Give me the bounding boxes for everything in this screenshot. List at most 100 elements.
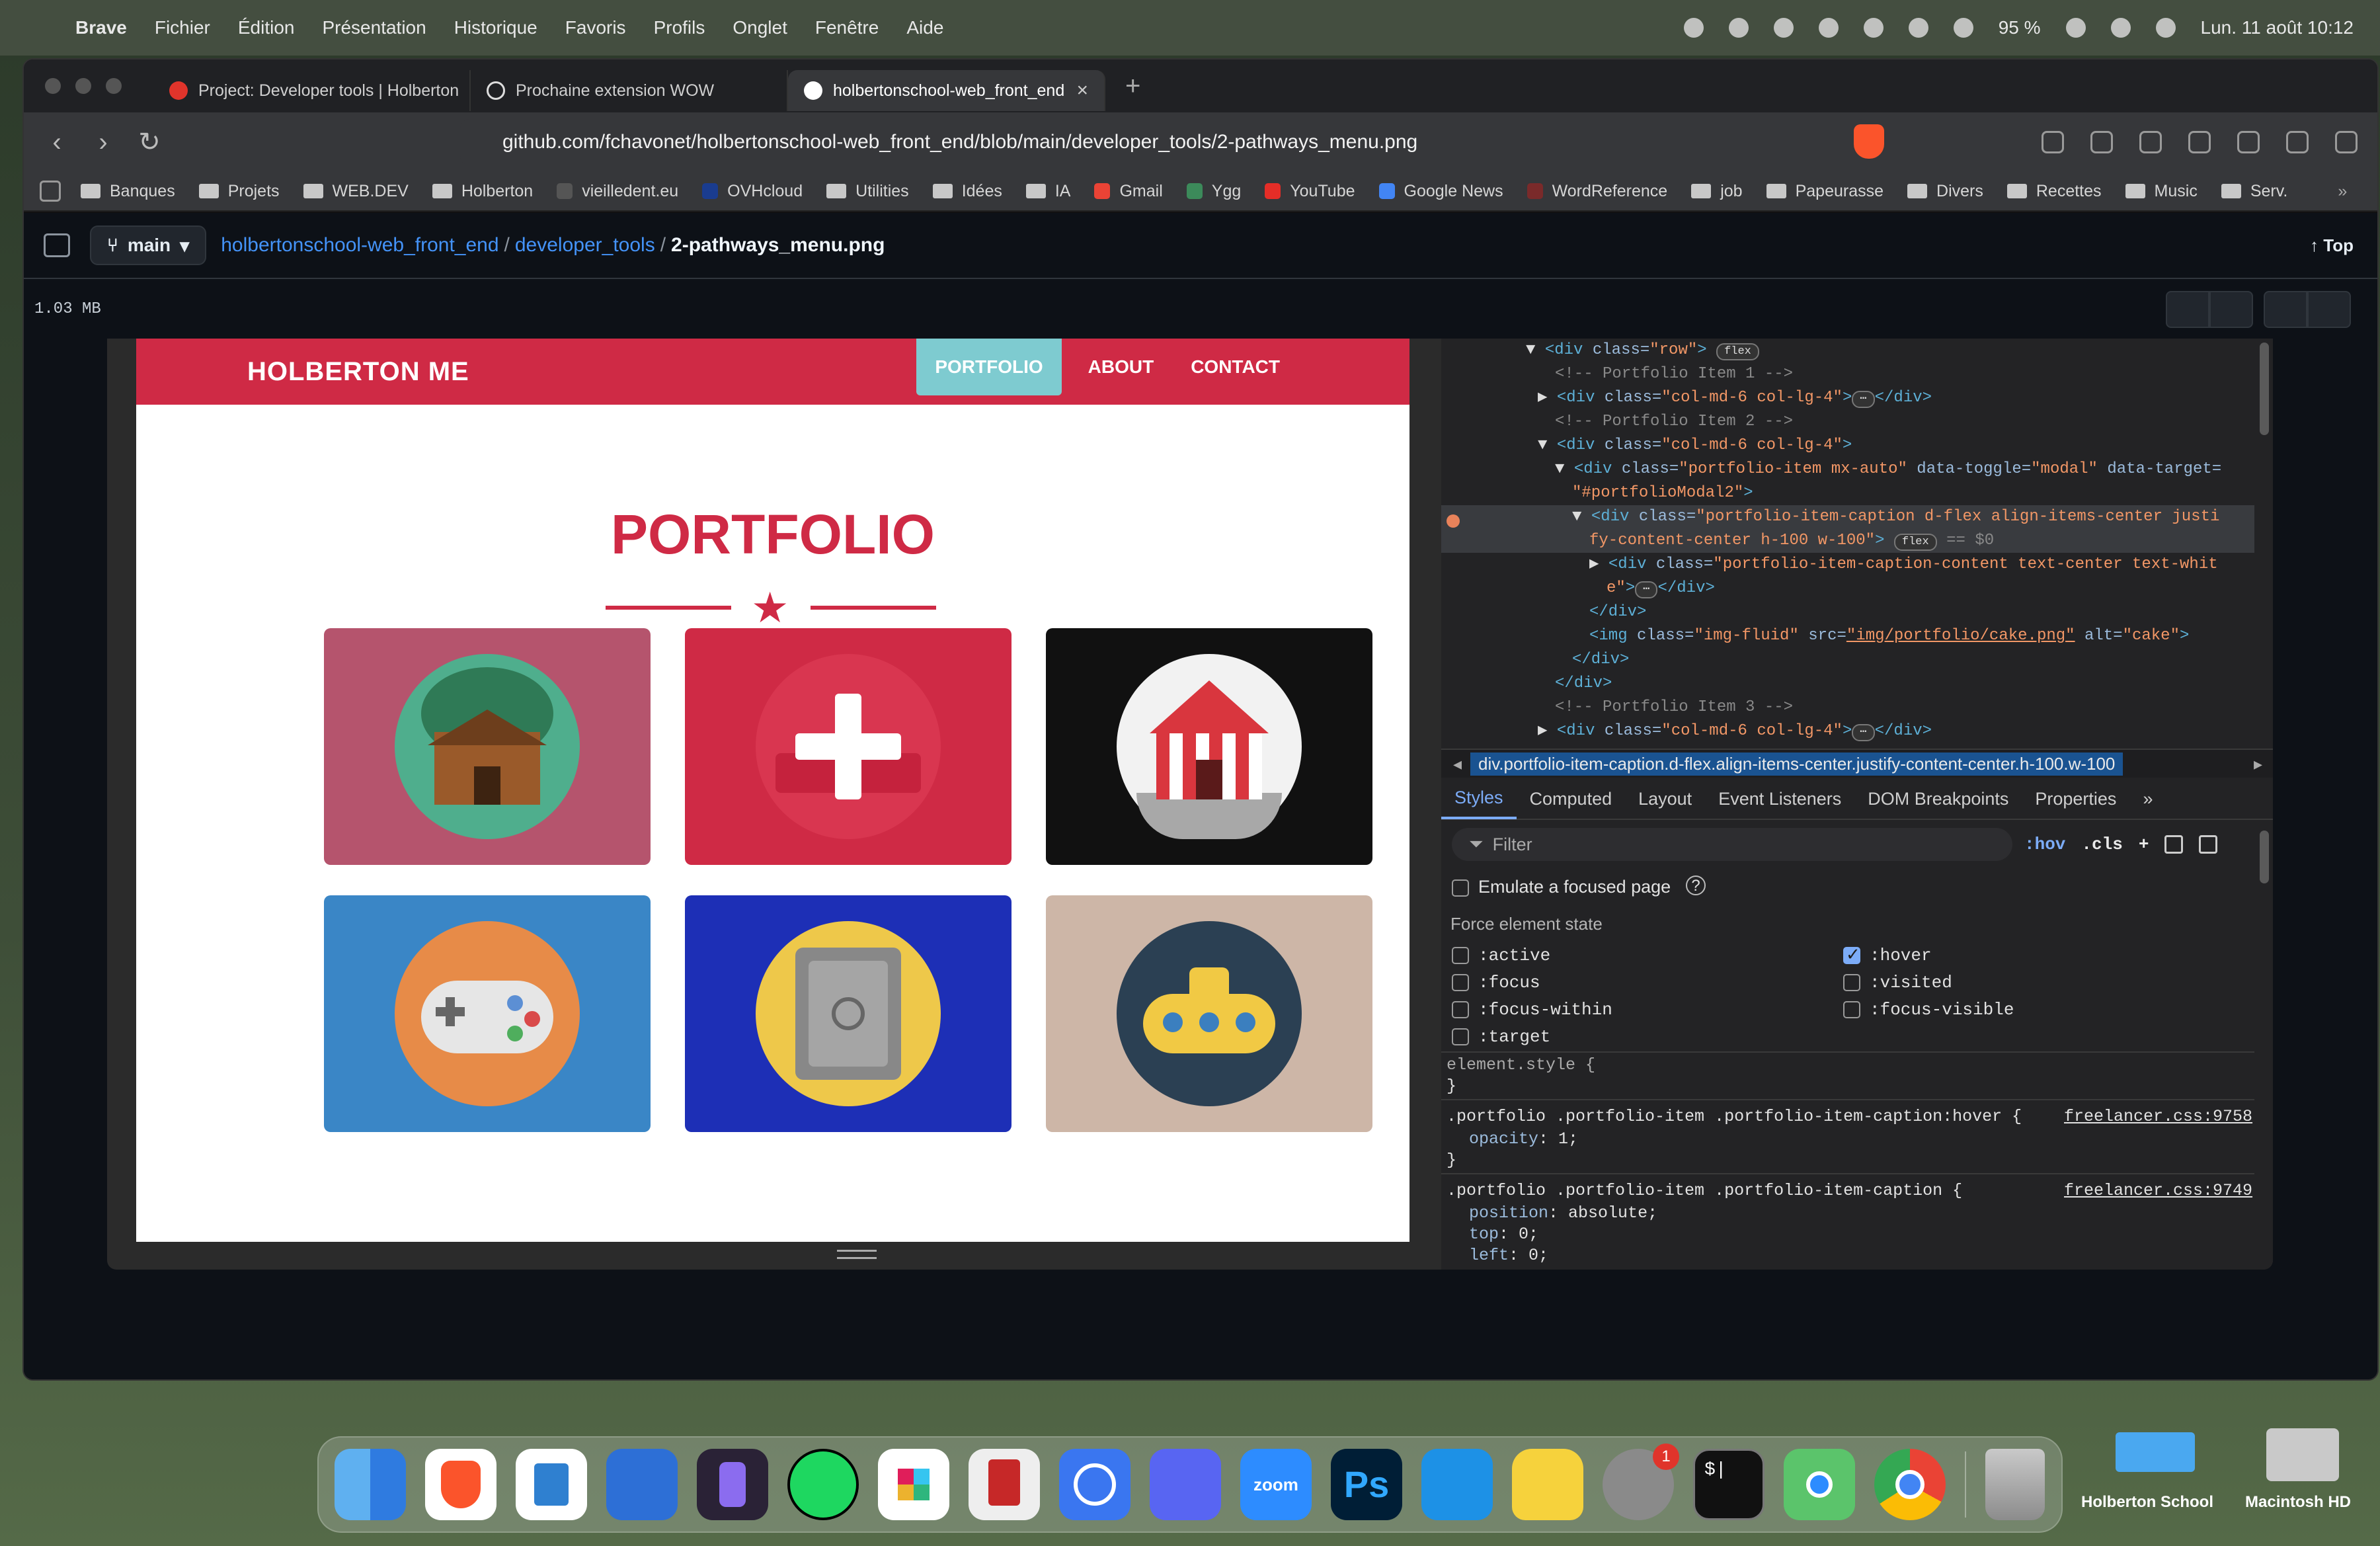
menu-fenetre[interactable]: Fenêtre	[815, 17, 879, 38]
bookmark-utilities[interactable]: Utilities	[826, 182, 909, 201]
slack-icon[interactable]	[878, 1449, 949, 1520]
docker-icon[interactable]	[1421, 1449, 1493, 1520]
finder-icon[interactable]	[335, 1449, 406, 1520]
emulate-focus-checkbox[interactable]	[1452, 879, 1469, 897]
rule-hover-selector[interactable]: .portfolio .portfolio-item .portfolio-it…	[1447, 1107, 2022, 1126]
tree-node-item3[interactable]: ▶ <div class="col-md-6 col-lg-4"> ⋯ </div>	[1538, 719, 1932, 743]
expand-arrow-icon[interactable]: ▶	[1538, 389, 1547, 407]
breadcrumb-right-arrow-icon[interactable]: ▸	[2254, 754, 2262, 774]
portfolio-item-cake[interactable]	[685, 628, 1012, 865]
bookmark-wordreference[interactable]: WordReference	[1527, 182, 1667, 201]
leo-icon[interactable]	[2237, 131, 2260, 153]
battery-percent[interactable]: 95 %	[1999, 17, 2041, 38]
menu-favoris[interactable]: Favoris	[565, 17, 626, 38]
bookmark-youtube[interactable]: YouTube	[1265, 182, 1355, 201]
resize-handle[interactable]	[837, 1250, 877, 1259]
bookmark-ovhcloud[interactable]: OVHcloud	[702, 182, 803, 201]
trash-icon[interactable]	[1985, 1449, 2045, 1520]
tab-extension-wow[interactable]: Prochaine extension WOW	[471, 70, 788, 111]
tab-properties[interactable]: Properties	[2022, 778, 2129, 819]
reader-icon[interactable]	[2090, 131, 2113, 153]
hard-drive-icon[interactable]	[2266, 1428, 2339, 1481]
tree-node-item2[interactable]: ▼ <div class="col-md-6 col-lg-4">	[1538, 434, 1852, 458]
close-tab-icon[interactable]: ×	[1076, 79, 1088, 102]
menu-fichier[interactable]: Fichier	[155, 17, 210, 38]
bookmark-webdev[interactable]: WEB.DEV	[303, 182, 409, 201]
state-target-checkbox[interactable]	[1452, 1028, 1469, 1045]
bookmark-gmail[interactable]: Gmail	[1094, 182, 1163, 201]
dom-breadcrumb-selected[interactable]: div.portfolio-item-caption.d-flex.align-…	[1470, 752, 2123, 776]
bookmark-banques[interactable]: Banques	[81, 182, 175, 201]
bookmark-divers[interactable]: Divers	[1907, 182, 1983, 201]
menu-profils[interactable]: Profils	[654, 17, 705, 38]
transmission-icon[interactable]	[969, 1449, 1040, 1520]
bookmark-ygg[interactable]: Ygg	[1186, 182, 1241, 201]
tab-styles[interactable]: Styles	[1441, 778, 1517, 819]
bookmark-projets[interactable]: Projets	[198, 182, 280, 201]
bluetooth-icon[interactable]	[1908, 18, 1928, 38]
bookmark-idees[interactable]: Idées	[932, 182, 1002, 201]
sidebar-icon[interactable]	[2139, 131, 2162, 153]
menu-historique[interactable]: Historique	[454, 17, 537, 38]
rule-caption-source-link[interactable]: freelancer.css:9749	[2064, 1181, 2252, 1200]
obsidian-icon[interactable]	[697, 1449, 768, 1520]
url-text[interactable]: github.com/fchavonet/holbertonschool-web…	[502, 131, 1417, 153]
portfolio-item-cabin[interactable]	[324, 628, 651, 865]
breadcrumb-left-arrow-icon[interactable]: ◂	[1453, 754, 1462, 774]
address-bar[interactable]: github.com/fchavonet/holbertonschool-web…	[460, 119, 1868, 165]
ellipsis-icon[interactable]: ⋯	[1852, 724, 1875, 741]
brave-shields-icon[interactable]	[1854, 124, 1884, 159]
weather-icon[interactable]	[1728, 18, 1749, 38]
app-status-icon[interactable]	[1683, 18, 1704, 38]
menu-edition[interactable]: Édition	[238, 17, 295, 38]
cls-toggle[interactable]: .cls	[2081, 834, 2122, 854]
styles-scrollbar[interactable]	[2260, 831, 2269, 883]
state-hover-checkbox[interactable]	[1843, 944, 1860, 965]
tree-node-caption-content[interactable]: ▶ <div class="portfolio-item-caption-con…	[1589, 553, 2218, 577]
bookmark-job[interactable]: job	[1691, 182, 1743, 201]
apps-grid-icon[interactable]	[40, 181, 61, 202]
nav-contact[interactable]: CONTACT	[1172, 339, 1298, 395]
more-tabs-icon[interactable]: »	[2129, 778, 2166, 819]
keyboard-icon[interactable]	[1953, 18, 1973, 38]
tree-node-portfolio-item[interactable]: ▼ <div class="portfolio-item mx-auto" da…	[1555, 458, 2221, 481]
minimize-window-button[interactable]	[75, 78, 91, 94]
brave-icon[interactable]	[425, 1449, 496, 1520]
cyberduck-icon[interactable]	[1512, 1449, 1583, 1520]
ellipsis-icon[interactable]: ⋯	[1635, 581, 1658, 598]
tab-layout[interactable]: Layout	[1625, 778, 1705, 819]
portfolio-item-circus[interactable]	[1046, 628, 1372, 865]
bookmark-holberton[interactable]: Holberton	[432, 182, 533, 201]
new-rule-icon[interactable]: +	[2139, 834, 2149, 854]
tree-node-row[interactable]: ▼ <div class="row"> flex	[1526, 339, 1759, 362]
flex-badge[interactable]: flex	[1893, 534, 1937, 551]
bookmark-vieilledent[interactable]: vieilledent.eu	[557, 182, 678, 201]
portfolio-item-safe[interactable]	[685, 895, 1012, 1132]
wallet-icon[interactable]	[2188, 131, 2211, 153]
elements-scrollbar[interactable]	[2260, 343, 2269, 435]
download-icon[interactable]	[2209, 291, 2253, 328]
rule-caption-selector[interactable]: .portfolio .portfolio-item .portfolio-it…	[1447, 1181, 1962, 1200]
state-focus-checkbox[interactable]	[1452, 974, 1469, 991]
bookmark-serv[interactable]: Serv.	[2221, 182, 2287, 201]
discord-icon[interactable]	[1150, 1449, 1221, 1520]
tab-holberton-project[interactable]: Project: Developer tools | Holberton	[153, 70, 471, 111]
more-bookmarks-icon[interactable]: »	[2338, 182, 2347, 201]
back-icon[interactable]: ‹	[44, 128, 70, 157]
rule-caption-declaration[interactable]: left: 0;	[1469, 1246, 1548, 1265]
folder-icon[interactable]	[2116, 1432, 2195, 1472]
toggle-file-tree-icon[interactable]	[44, 233, 70, 257]
help-icon[interactable]: ?	[1686, 875, 1706, 895]
toggle-sidebar-icon[interactable]	[2199, 835, 2218, 854]
paint-icon[interactable]	[2164, 835, 2184, 854]
signal-icon[interactable]	[1059, 1449, 1130, 1520]
nav-portfolio[interactable]: PORTFOLIO	[916, 339, 1062, 395]
desktop-item-macintosh-hd[interactable]: Macintosh HD	[2245, 1493, 2351, 1512]
bookmark-recettes[interactable]: Recettes	[2006, 182, 2102, 201]
tab-github-active[interactable]: holbertonschool-web_front_end ×	[788, 70, 1105, 111]
menu-presentation[interactable]: Présentation	[322, 17, 426, 38]
branch-selector[interactable]: ⑂ main ▾	[90, 225, 207, 265]
rule-hover-source-link[interactable]: freelancer.css:9758	[2064, 1107, 2252, 1126]
rule-caption-declaration[interactable]: top: 0;	[1469, 1225, 1538, 1244]
clock[interactable]: Lun. 11 août 10:12	[2201, 17, 2354, 38]
